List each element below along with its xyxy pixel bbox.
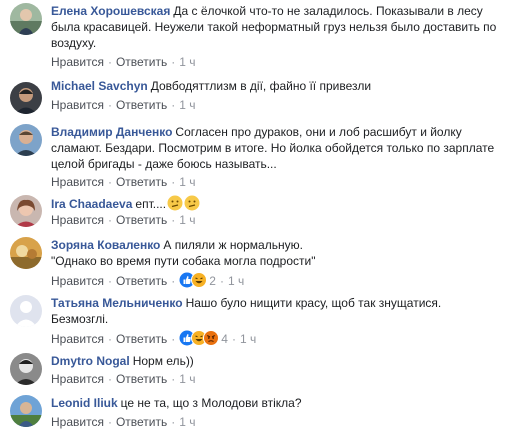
avatar[interactable] [10,195,42,227]
comment-time[interactable]: 1 ч [228,274,244,288]
comment-author[interactable]: Dmytro Nogal [51,354,130,368]
avatar-photo-icon [10,353,42,385]
reaction-count[interactable]: 2 [209,274,216,288]
comment-body: це не та, що з Молодови втікла? [120,396,302,410]
separator-dot: · [219,274,224,288]
haha-reaction-icon [191,272,208,288]
avatar[interactable] [10,237,42,269]
separator-dot: · [107,415,112,429]
comment-actions: Нравится · Ответить · 1 ч [51,54,196,70]
separator-dot: · [107,213,112,227]
separator-dot: · [107,98,112,112]
comment-actions: Нравится · Ответить · 4 · 1 ч [51,330,256,346]
comment-text: Leonid Iliuk це не та, що з Молодови втік… [51,395,503,411]
comment-text: Michael Savchyn Довбодяттлизм в дії, файн… [51,78,503,94]
avatar[interactable] [10,295,42,327]
separator-dot: · [107,372,112,386]
comment-text: Владимир Данченко Согласен про дураков, о… [51,124,503,172]
like-link[interactable]: Нравится [51,98,104,112]
comment-time[interactable]: 1 ч [179,213,195,227]
reply-link[interactable]: Ответить [116,332,167,346]
separator-dot: · [107,55,112,69]
separator-dot: · [171,55,176,69]
reaction-summary[interactable] [179,272,208,288]
comment-text: Татьяна Мельниченко Нашо було нищити крас… [51,295,503,327]
reply-link[interactable]: Ответить [116,372,167,386]
comment-text: Зоряна Коваленко А пиляли ж нормальную. "… [51,237,503,269]
comments-feed: Елена Хорошевская Да с ёлочкой что-то не … [0,0,509,436]
separator-dot: · [107,332,112,346]
comment-body: Норм ель)) [132,354,194,368]
reply-link[interactable]: Ответить [116,213,167,227]
separator-dot: · [231,332,236,346]
like-link[interactable]: Нравится [51,213,104,227]
reply-link[interactable]: Ответить [116,175,167,189]
comment-time[interactable]: 1 ч [240,332,256,346]
reply-link[interactable]: Ответить [116,55,167,69]
comment-actions: Нравится · Ответить · 1 ч [51,174,196,190]
avatar[interactable] [10,3,42,35]
avatar[interactable] [10,353,42,385]
comment-time[interactable]: 1 ч [179,415,195,429]
comment-body: Довбодяттлизм в дії, файно її привезли [150,79,372,93]
comment-actions: Нравится · Ответить · 1 ч [51,212,196,228]
comment-text: Dmytro Nogal Норм ель)) [51,353,503,369]
avatar-photo-icon [10,395,42,427]
reply-link[interactable]: Ответить [116,98,167,112]
comment-time[interactable]: 1 ч [179,175,195,189]
avatar[interactable] [10,124,42,156]
separator-dot: · [171,332,176,346]
like-link[interactable]: Нравится [51,55,104,69]
separator-dot: · [171,98,176,112]
separator-dot: · [107,274,112,288]
avatar-placeholder-icon [10,295,42,327]
avatar-photo-icon [10,3,42,35]
reaction-count[interactable]: 4 [221,332,228,346]
comment-text: Елена Хорошевская Да с ёлочкой что-то не … [51,3,503,51]
comment-actions: Нравится · Ответить · 1 ч [51,414,196,430]
comment-author[interactable]: Владимир Данченко [51,125,172,139]
separator-dot: · [171,415,176,429]
comment-author[interactable]: Зоряна Коваленко [51,238,160,252]
reaction-summary[interactable] [179,330,220,346]
separator-dot: · [171,372,176,386]
comment-author[interactable]: Елена Хорошевская [51,4,170,18]
avatar-photo-icon [10,195,42,227]
comment-time[interactable]: 1 ч [179,372,195,386]
like-link[interactable]: Нравится [51,372,104,386]
reply-link[interactable]: Ответить [116,274,167,288]
comment-author[interactable]: Татьяна Мельниченко [51,296,183,310]
comment-actions: Нравится · Ответить · 1 ч [51,97,196,113]
like-link[interactable]: Нравится [51,415,104,429]
like-link[interactable]: Нравится [51,175,104,189]
avatar-photo-icon [10,124,42,156]
avatar[interactable] [10,395,42,427]
reply-link[interactable]: Ответить [116,415,167,429]
separator-dot: · [171,274,176,288]
avatar-photo-icon [10,237,42,269]
separator-dot: · [107,175,112,189]
separator-dot: · [171,213,176,227]
comment-time[interactable]: 1 ч [179,55,195,69]
like-link[interactable]: Нравится [51,332,104,346]
avatar[interactable] [10,82,42,114]
avatar-photo-icon [10,82,42,114]
comment-actions: Нравится · Ответить · 1 ч [51,371,196,387]
angry-reaction-icon [203,330,220,346]
comment-author[interactable]: Michael Savchyn [51,79,148,93]
comment-time[interactable]: 1 ч [179,98,195,112]
comment-body: епт.... [135,197,167,211]
like-link[interactable]: Нравится [51,274,104,288]
separator-dot: · [171,175,176,189]
comment-actions: Нравится · Ответить · 2 · 1 ч [51,272,244,288]
comment-author[interactable]: Leonid Iliuk [51,396,118,410]
comment-author[interactable]: Ira Chaadaeva [51,197,132,211]
